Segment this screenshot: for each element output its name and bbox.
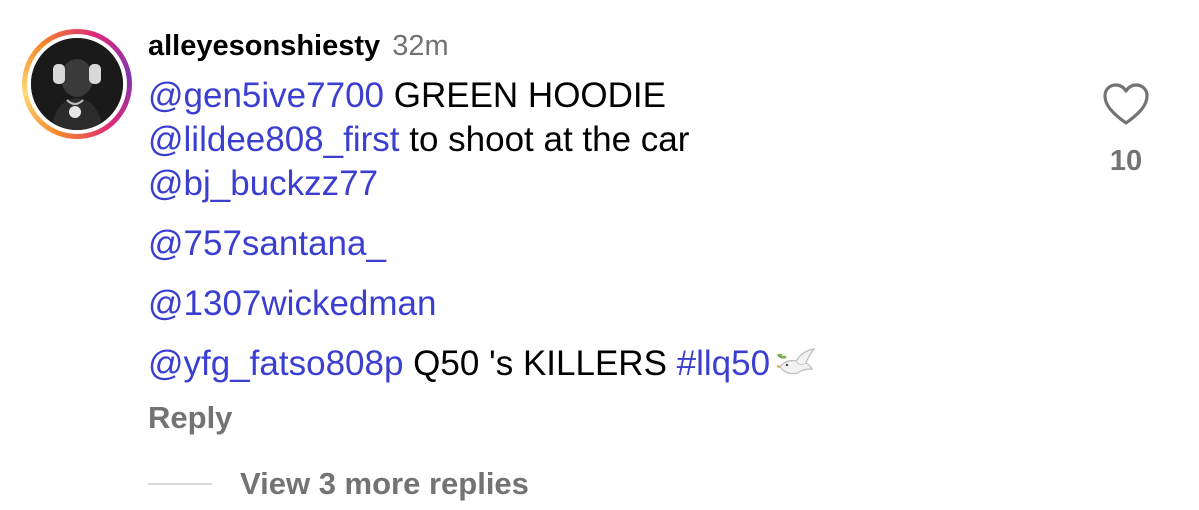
comment-line-6: @yfg_fatso808p Q50 's KILLERS #llq50 (148, 342, 1068, 392)
view-more-replies[interactable]: View 3 more replies (148, 462, 529, 506)
comment-line-5: @1307wickedman (148, 282, 1068, 326)
comment-username[interactable]: alleyesonshiesty (148, 30, 380, 62)
heart-icon[interactable] (1102, 82, 1150, 131)
comment-text: to shoot at the car (399, 120, 690, 159)
comment-timestamp: 32m (392, 30, 449, 62)
mention-link[interactable]: @bj_buckzz77 (148, 164, 378, 203)
like-section: 10 (1098, 82, 1154, 178)
comment-text: GREEN HOODIE (384, 76, 666, 115)
mention-link[interactable]: @yfg_fatso808p (148, 344, 403, 383)
comment-line-3: @bj_buckzz77 (148, 162, 1068, 206)
mention-link[interactable]: @1307wickedman (148, 284, 436, 323)
comment-line-1: @gen5ive7700 GREEN HOODIE (148, 74, 1068, 118)
thread-divider (148, 483, 212, 485)
mention-link[interactable]: @lildee808_first (148, 120, 400, 159)
mention-link[interactable]: @757santana_ (148, 224, 386, 263)
view-more-replies-label[interactable]: View 3 more replies (240, 466, 529, 502)
avatar-image (31, 38, 123, 130)
comment-text: Q50 's KILLERS (403, 344, 677, 383)
comment-header: alleyesonshiesty 32m (148, 24, 1068, 68)
like-count: 10 (1109, 145, 1143, 177)
mention-link[interactable]: @gen5ive7700 (148, 76, 384, 115)
comment-body: alleyesonshiesty 32m @gen5ive7700 GREEN … (148, 24, 1068, 392)
comment-line-2: @lildee808_first to shoot at the car (148, 118, 1068, 162)
hashtag-link[interactable]: #llq50 (677, 344, 770, 383)
avatar-story-ring[interactable] (22, 29, 132, 139)
comment-line-4: @757santana_ (148, 222, 1068, 266)
avatar-ring-gap (27, 34, 127, 134)
reply-button[interactable]: Reply (148, 396, 232, 440)
avatar[interactable] (31, 38, 123, 130)
dove-icon (776, 345, 818, 392)
